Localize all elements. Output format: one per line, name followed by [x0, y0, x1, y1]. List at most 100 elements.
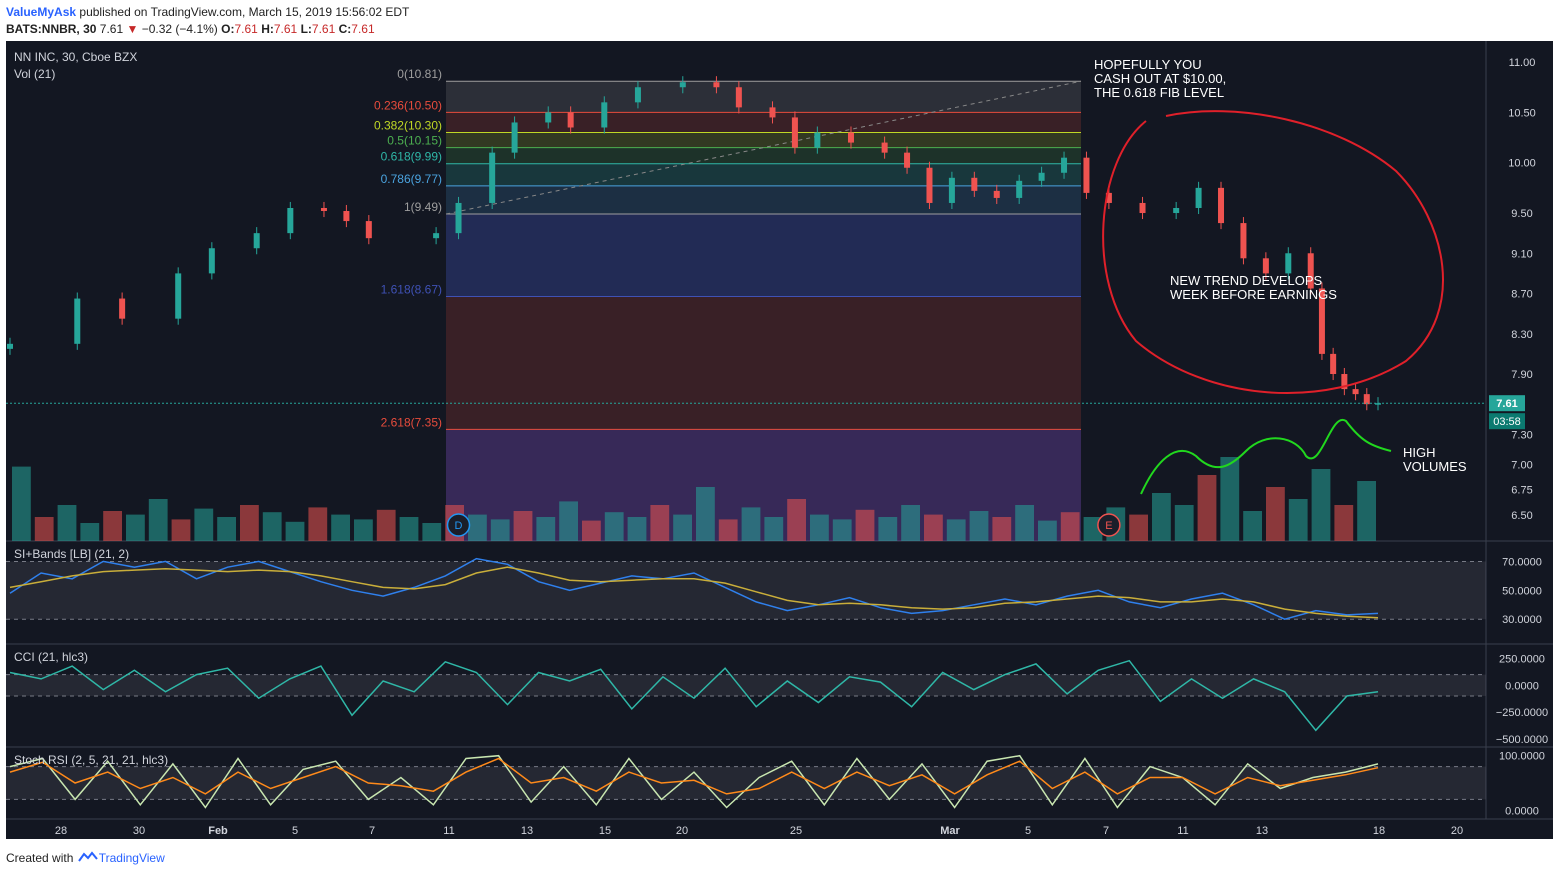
volume-bar — [34, 517, 54, 541]
time-tick: Feb — [208, 825, 228, 837]
indicator-title: SI+Bands [LB] (21, 2) — [14, 547, 129, 561]
volume-bar — [946, 519, 966, 541]
candle — [926, 167, 933, 203]
volume-bar — [308, 507, 328, 541]
volume-bar — [810, 514, 829, 541]
candle — [1061, 157, 1068, 173]
price-change: −0.32 (−4.1%) — [141, 22, 218, 36]
candle — [735, 87, 742, 108]
candle — [791, 117, 798, 148]
price-tick: 9.50 — [1511, 208, 1532, 220]
volume-bar — [1038, 520, 1057, 541]
price-tick: 9.10 — [1511, 248, 1532, 260]
candle — [74, 298, 81, 344]
indicator-tick: 0.0000 — [1505, 680, 1539, 692]
candle — [1083, 157, 1090, 193]
fib-level-label: 0.618(9.99) — [381, 150, 442, 164]
volume-bar — [901, 505, 920, 541]
time-tick: 11 — [443, 825, 454, 837]
indicator-band — [6, 674, 1486, 697]
time-tick: 25 — [790, 825, 802, 837]
candle — [433, 233, 440, 239]
candle — [948, 177, 955, 203]
volume-bar — [764, 517, 784, 541]
countdown-label: 03:58 — [1493, 416, 1521, 428]
volume-bar — [126, 514, 145, 541]
volume-bar — [969, 511, 989, 541]
volume-bar — [536, 517, 556, 541]
candle — [208, 248, 215, 274]
volume-bar — [787, 499, 806, 541]
fib-zone — [446, 185, 1081, 215]
volume-bar — [12, 466, 31, 541]
price-tick: 6.50 — [1511, 510, 1532, 522]
volume-bar — [1152, 493, 1171, 541]
tradingview-brand-link[interactable]: TradingView — [99, 851, 165, 865]
author-link[interactable]: ValueMyAsk — [6, 5, 76, 19]
candle — [679, 82, 686, 88]
candle — [1262, 258, 1269, 274]
down-arrow-icon: ▼ — [126, 22, 139, 36]
ohlc-close-key: C: — [338, 22, 352, 36]
candle — [634, 87, 641, 103]
chart-area[interactable]: 0(10.81) 0.236(10.50) 0.382(10.30) 0.5(10.1… — [6, 41, 1553, 839]
fib-level-label: 0.382(10.30) — [374, 119, 442, 133]
candle — [1038, 172, 1045, 181]
candle — [1285, 253, 1292, 274]
time-tick: 30 — [133, 825, 145, 837]
price-tick: 7.90 — [1511, 369, 1532, 381]
volume-bar — [217, 517, 236, 541]
candle — [119, 298, 126, 319]
annotation-text: THE 0.618 FIB LEVEL — [1094, 85, 1224, 100]
annotation-text: CASH OUT AT $10.00, — [1094, 71, 1226, 86]
volume-bar — [490, 519, 510, 541]
candle — [1218, 187, 1225, 224]
candle — [343, 211, 350, 222]
fib-zone — [446, 163, 1081, 186]
tradingview-cloud-icon — [77, 851, 98, 862]
candle — [1363, 394, 1370, 405]
volume-bar — [924, 514, 943, 541]
candle — [320, 207, 327, 212]
candle — [769, 107, 776, 118]
candle — [287, 207, 294, 234]
chart-svg[interactable]: 0(10.81) 0.236(10.50) 0.382(10.30)0.5(10.1… — [6, 41, 1553, 839]
volume-bar — [422, 523, 442, 541]
volume-bar — [832, 519, 852, 541]
indicator-tick: 100.0000 — [1499, 751, 1545, 763]
fib-zone — [446, 296, 1081, 430]
volume-bar — [285, 521, 305, 541]
volume-bar — [1311, 469, 1331, 541]
annotation-text: HIGH — [1403, 445, 1436, 460]
candle — [971, 177, 978, 191]
volume-bar — [878, 517, 898, 541]
symbol: BATS:NNBR, 30 — [6, 22, 97, 36]
candle — [253, 233, 260, 249]
fib-zone — [446, 147, 1081, 164]
candle — [713, 82, 720, 88]
candle — [1016, 180, 1023, 198]
indicator-title: CCI (21, hlc3) — [14, 650, 88, 664]
candle — [1195, 187, 1202, 208]
fib-level-label: 1.618(8.67) — [381, 283, 442, 297]
indicator-tick: 70.0000 — [1502, 556, 1542, 568]
volume-label: Vol (21) — [14, 67, 55, 81]
indicator-tick: −250.0000 — [1496, 707, 1548, 719]
annotation-red-circle — [1102, 110, 1444, 394]
last-price-tag-label: 7.61 — [1496, 398, 1517, 410]
volume-bar — [331, 514, 350, 541]
candle — [847, 132, 854, 143]
volume-bar — [468, 514, 487, 541]
ohlc-high-value: 7.61 — [273, 22, 298, 36]
time-tick: 15 — [599, 825, 611, 837]
time-tick: 28 — [55, 825, 67, 837]
volume-bar — [513, 511, 533, 541]
volume-bar — [1015, 505, 1034, 541]
volume-bar — [718, 519, 738, 541]
volume-bar — [171, 519, 191, 541]
indicator-tick: 250.0000 — [1499, 654, 1545, 666]
price-tick: 7.00 — [1511, 460, 1532, 472]
fib-level-label: 0(10.81) — [397, 67, 442, 81]
volume-bar — [148, 499, 168, 541]
annotation-text: NEW TREND DEVELOPS — [1170, 273, 1323, 288]
